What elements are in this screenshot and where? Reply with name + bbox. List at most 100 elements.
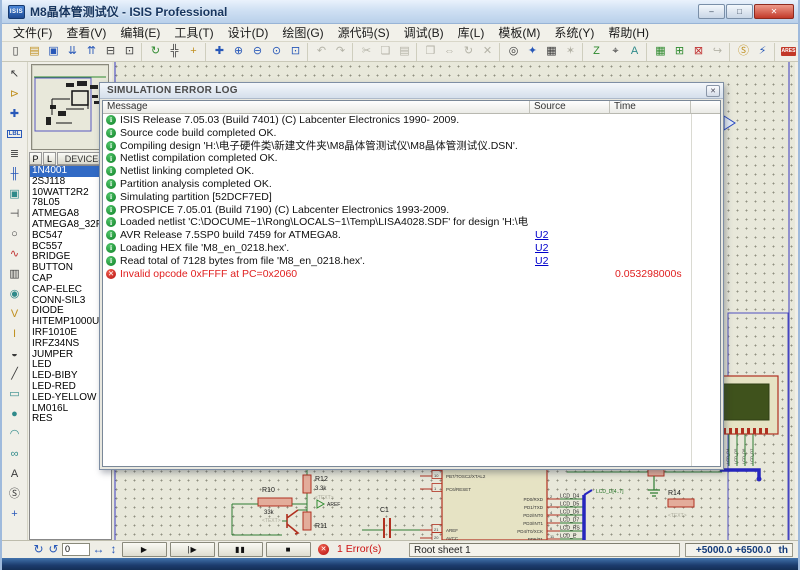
rotate-clockwise-button[interactable]: ↻ xyxy=(32,542,45,556)
log-row[interactable]: ✕Invalid opcode 0xFFFF at PC=0x20600.053… xyxy=(103,268,720,281)
wire-autorouter-icon[interactable]: Z xyxy=(587,43,606,61)
property-assignment-icon[interactable]: A xyxy=(625,43,644,61)
subcircuit-mode-icon[interactable]: ▣ xyxy=(5,184,25,204)
netlist-to-ares-icon[interactable]: ⚡ xyxy=(753,43,772,61)
part-ref-c1[interactable]: C1 xyxy=(380,507,389,514)
toggle-grid-icon[interactable]: ╬ xyxy=(165,43,184,61)
2d-path-mode-icon[interactable]: ∞ xyxy=(5,444,25,464)
tape-recorder-mode-icon[interactable]: ▥ xyxy=(5,264,25,284)
block-copy-icon[interactable]: ❐ xyxy=(421,43,440,61)
menu-item[interactable]: 绘图(G) xyxy=(275,23,330,42)
source-link[interactable]: U2 xyxy=(535,242,548,255)
menu-item[interactable]: 调试(B) xyxy=(397,23,451,42)
part-ref-r12[interactable]: R12 xyxy=(315,476,328,483)
menu-item[interactable]: 库(L) xyxy=(451,23,492,42)
text-script-mode-icon[interactable]: ≣ xyxy=(5,144,25,164)
2d-marker-mode-icon[interactable]: + xyxy=(5,504,25,524)
column-header-source[interactable]: Source xyxy=(530,101,610,114)
log-row[interactable]: iRead total of 7128 bytes from file 'M8_… xyxy=(103,255,720,268)
2d-circle-mode-icon[interactable]: ● xyxy=(5,404,25,424)
play-button[interactable]: ▶ xyxy=(122,542,167,557)
voltage-probe-mode-icon[interactable]: V xyxy=(5,304,25,324)
current-probe-mode-icon[interactable]: I xyxy=(5,324,25,344)
2d-symbol-mode-icon[interactable]: Ⓢ xyxy=(5,484,25,504)
new-sheet-icon[interactable]: ⊞ xyxy=(670,43,689,61)
export-section-icon[interactable]: ⇈ xyxy=(82,43,101,61)
component-mode-icon[interactable]: ⊳ xyxy=(5,84,25,104)
goto-sheet-icon[interactable]: ↪ xyxy=(708,43,727,61)
part-ref-r11[interactable]: R11 xyxy=(315,523,327,530)
device-pin-mode-icon[interactable]: ○ xyxy=(5,224,25,244)
menu-item[interactable]: 模板(M) xyxy=(491,23,547,42)
menu-item[interactable]: 编辑(E) xyxy=(113,23,167,42)
menu-item[interactable]: 帮助(H) xyxy=(601,23,656,42)
log-row[interactable]: iISIS Release 7.05.03 (Build 7401) (C) L… xyxy=(103,114,720,127)
remove-sheet-icon[interactable]: ⊠ xyxy=(689,43,708,61)
pick-parts-icon[interactable]: ◎ xyxy=(504,43,523,61)
log-row[interactable]: iNetlist compilation completed OK. xyxy=(103,152,720,165)
print-icon[interactable]: ⊟ xyxy=(101,43,120,61)
block-rotate-icon[interactable]: ↻ xyxy=(459,43,478,61)
log-row[interactable]: iPROSPICE 7.05.01 (Build 7190) (C) Labce… xyxy=(103,204,720,217)
error-indicator[interactable]: ✕ 1 Error(s) xyxy=(318,543,381,555)
zoom-in-icon[interactable]: ⊕ xyxy=(229,43,248,61)
log-row[interactable]: iSimulating partition [52DCF7ED] xyxy=(103,191,720,204)
terminal-mode-icon[interactable]: ⊣ xyxy=(5,204,25,224)
undo-icon[interactable]: ↶ xyxy=(312,43,331,61)
packaging-tool-icon[interactable]: ▦ xyxy=(542,43,561,61)
cut-icon[interactable]: ✂ xyxy=(357,43,376,61)
search-tag-icon[interactable]: ⌖ xyxy=(606,43,625,61)
virtual-instrument-mode-icon[interactable]: ◒ xyxy=(5,344,25,364)
redraw-icon[interactable]: ↻ xyxy=(146,43,165,61)
schematic-overview[interactable] xyxy=(31,64,109,150)
decompose-icon[interactable]: ✶ xyxy=(561,43,580,61)
generator-mode-icon[interactable]: ◉ xyxy=(5,284,25,304)
close-button[interactable]: ✕ xyxy=(754,4,794,19)
selection-pointer-mode-icon[interactable]: ↖ xyxy=(5,64,25,84)
mark-output-area-icon[interactable]: ⊡ xyxy=(120,43,139,61)
block-move-icon[interactable]: ⇔ xyxy=(440,43,459,61)
menu-item[interactable]: 源代码(S) xyxy=(331,23,397,42)
open-file-icon[interactable]: ▤ xyxy=(25,43,44,61)
menu-item[interactable]: 查看(V) xyxy=(59,23,113,42)
minimize-button[interactable]: – xyxy=(698,4,725,19)
dialog-close-button[interactable]: ✕ xyxy=(706,85,720,97)
log-row[interactable]: iCompiling design 'H:\电子硬件类\新建文件夹\M8晶体管测… xyxy=(103,140,720,153)
redo-icon[interactable]: ↷ xyxy=(331,43,350,61)
bus-mode-icon[interactable]: ╫ xyxy=(5,164,25,184)
mirror-vertical-button[interactable]: ↕ xyxy=(107,542,120,556)
zoom-out-icon[interactable]: ⊖ xyxy=(248,43,267,61)
2d-box-mode-icon[interactable]: ▭ xyxy=(5,384,25,404)
log-row[interactable]: iPartition analysis completed OK. xyxy=(103,178,720,191)
zoom-all-icon[interactable]: ⊙ xyxy=(267,43,286,61)
log-row[interactable]: iLoading HEX file 'M8_en_0218.hex'.U2 xyxy=(103,242,720,255)
ares-icon[interactable]: ARES xyxy=(779,43,798,61)
log-row[interactable]: iSource code build completed OK. xyxy=(103,127,720,140)
source-link[interactable]: U2 xyxy=(535,229,548,242)
menu-item[interactable]: 系统(Y) xyxy=(547,23,601,42)
erc-report-icon[interactable]: Ⓢ xyxy=(734,43,753,61)
part-ref-r14[interactable]: R14 xyxy=(668,490,681,497)
design-explorer-icon[interactable]: ▦ xyxy=(651,43,670,61)
graph-mode-icon[interactable]: ∿ xyxy=(5,244,25,264)
2d-arc-mode-icon[interactable]: ◠ xyxy=(5,424,25,444)
log-row[interactable]: iAVR Release 7.5SP0 build 7459 for ATMEG… xyxy=(103,229,720,242)
source-link[interactable]: U2 xyxy=(535,255,548,268)
log-row[interactable]: iLoaded netlist 'C:\DOCUME~1\Rong\LOCALS… xyxy=(103,216,720,229)
paste-icon[interactable]: ▤ xyxy=(395,43,414,61)
library-button[interactable]: L xyxy=(43,152,56,165)
save-file-icon[interactable]: ▣ xyxy=(44,43,63,61)
pan-icon[interactable]: ✚ xyxy=(210,43,229,61)
wire-label-mode-icon[interactable]: LBL xyxy=(5,124,25,144)
column-header-time[interactable]: Time xyxy=(610,101,691,114)
maximize-button[interactable]: □ xyxy=(726,4,753,19)
block-delete-icon[interactable]: ✕ xyxy=(478,43,497,61)
mirror-horizontal-button[interactable]: ↔ xyxy=(92,542,105,556)
rotate-anticlockwise-button[interactable]: ↺ xyxy=(47,542,60,556)
import-section-icon[interactable]: ⇊ xyxy=(63,43,82,61)
copy-icon[interactable]: ❏ xyxy=(376,43,395,61)
log-row[interactable]: iNetlist linking completed OK. xyxy=(103,165,720,178)
pick-device-button[interactable]: P xyxy=(29,152,42,165)
menu-item[interactable]: 工具(T) xyxy=(167,23,220,42)
menu-item[interactable]: 设计(D) xyxy=(221,23,276,42)
